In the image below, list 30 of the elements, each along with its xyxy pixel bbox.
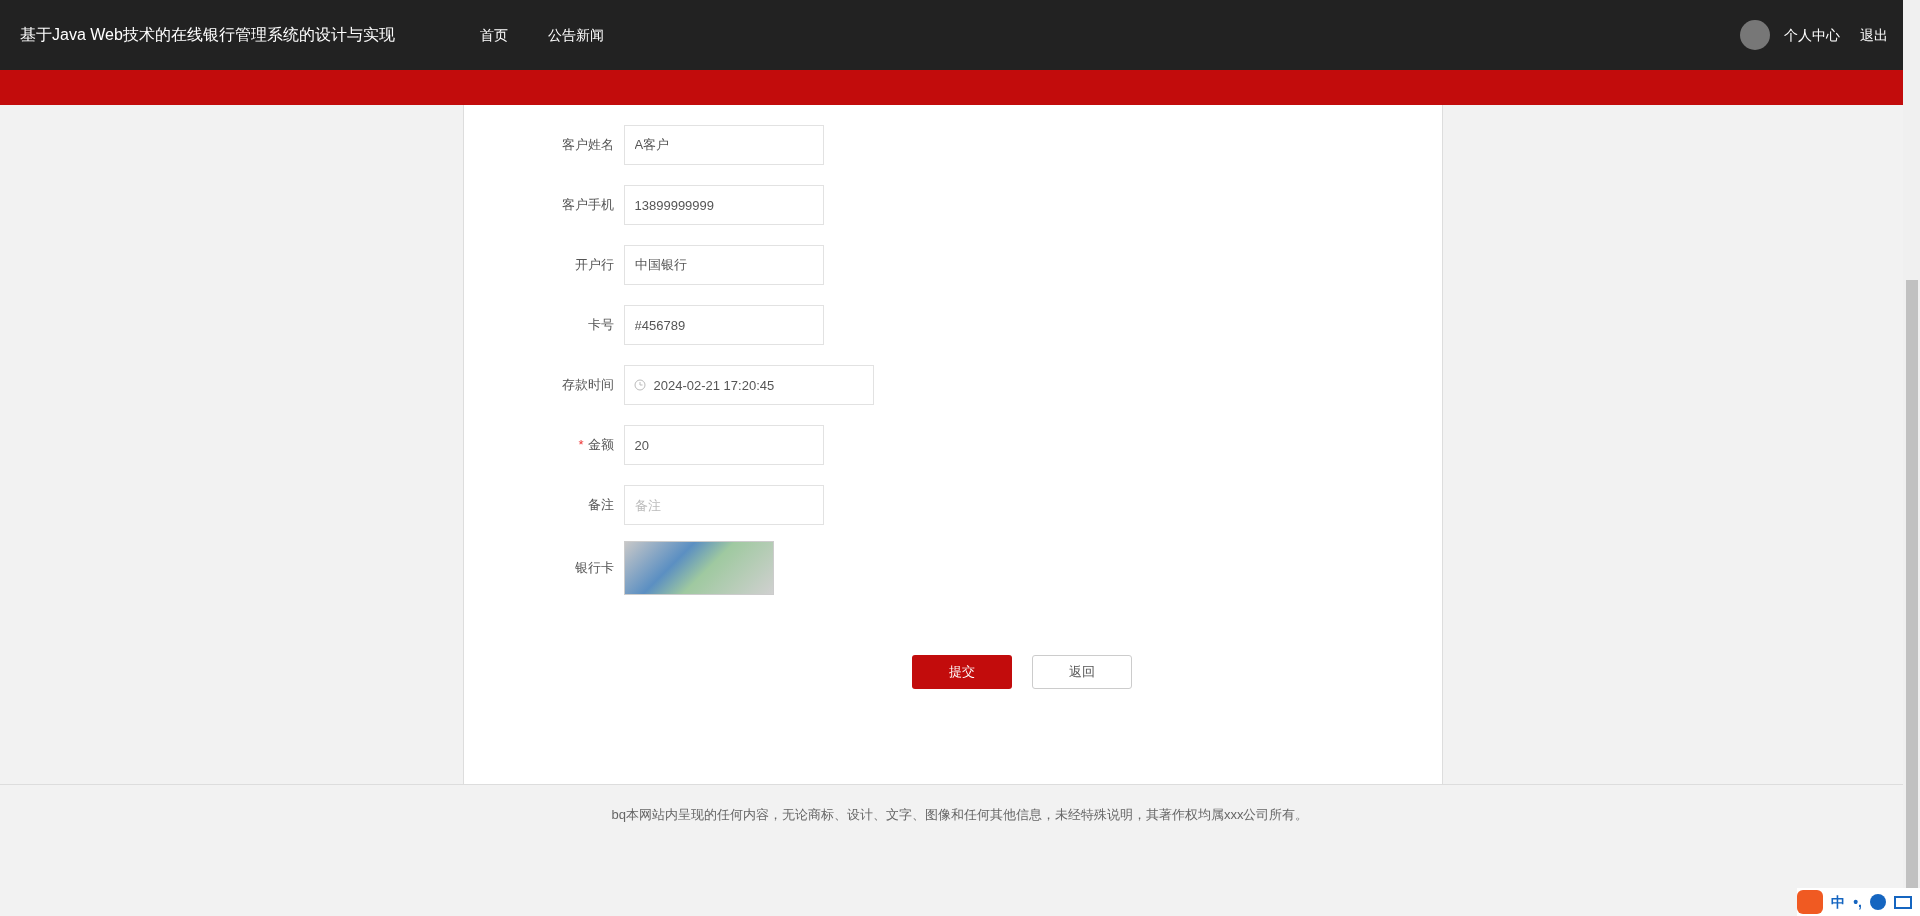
field-label: 开户行 xyxy=(574,257,614,273)
copyright-text: bq本网站内呈现的任何内容，无论商标、设计、文字、图像和任何其他信息，未经特殊说明，其著作权均属xxx公司所有。 xyxy=(611,807,1309,822)
user-link[interactable]: 退出 xyxy=(1860,24,1888,46)
input-field[interactable]: 20 xyxy=(623,425,824,465)
nav-link[interactable]: 首页 xyxy=(480,24,508,46)
submit-button[interactable]: 提交 xyxy=(911,655,1012,689)
date-field[interactable]: 2024-02-21 17:20:45 xyxy=(623,365,874,405)
field-label: 客户姓名 xyxy=(561,137,614,153)
ime-punctuation[interactable]: •, xyxy=(1853,891,1862,913)
field-label: 备注 xyxy=(587,497,614,513)
input-field[interactable]: 备注 xyxy=(623,485,824,525)
ime-logo-icon xyxy=(1797,890,1824,914)
input-field[interactable]: 13899999999 xyxy=(623,185,824,225)
field-label: 银行卡 xyxy=(574,560,614,576)
field-label: 客户手机 xyxy=(561,197,614,213)
input-field[interactable]: A客户 xyxy=(623,125,824,165)
avatar xyxy=(1740,20,1770,50)
ime-mode[interactable]: 中 xyxy=(1831,891,1846,913)
scrollbar-thumb[interactable] xyxy=(1906,280,1918,890)
clock-icon xyxy=(633,379,646,391)
field-label: 卡号 xyxy=(587,317,614,333)
required-mark: * xyxy=(578,437,584,453)
site-title: 基于Java Web技术的在线银行管理系统的设计与实现 xyxy=(20,25,396,45)
user-link[interactable]: 个人中心 xyxy=(1784,24,1840,46)
input-field[interactable]: #456789 xyxy=(623,305,824,345)
field-label: 存款时间 xyxy=(561,377,614,393)
back-button[interactable]: 返回 xyxy=(1031,655,1132,689)
field-label: 金额 xyxy=(587,437,614,453)
input-field[interactable]: 中国银行 xyxy=(623,245,824,285)
nav-link[interactable]: 公告新闻 xyxy=(548,24,604,46)
